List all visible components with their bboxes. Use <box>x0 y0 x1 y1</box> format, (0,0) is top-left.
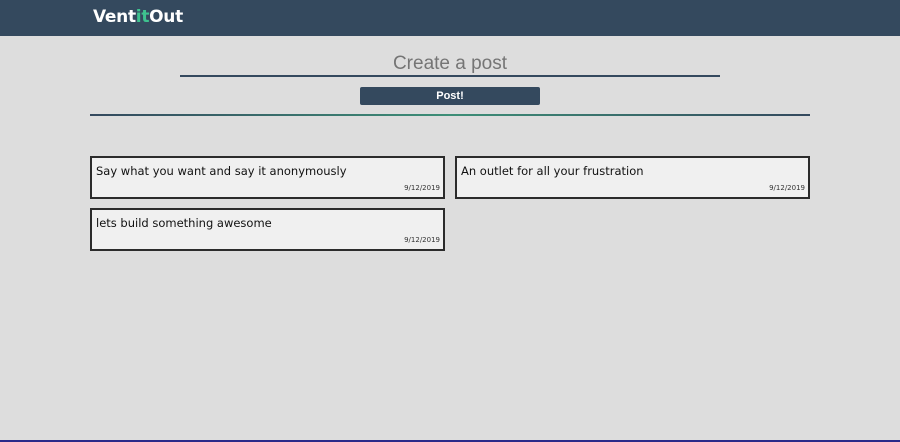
post-card[interactable]: Say what you want and say it anonymously… <box>90 156 445 199</box>
brand-accent: it <box>135 7 150 27</box>
post-card[interactable]: An outlet for all your frustration 9/12/… <box>455 156 810 199</box>
post-date: 9/12/2019 <box>404 184 440 192</box>
top-navbar: VentitOut <box>0 0 900 36</box>
post-date: 9/12/2019 <box>769 184 805 192</box>
post-text: lets build something awesome <box>96 216 272 230</box>
section-divider <box>90 114 810 116</box>
post-date: 9/12/2019 <box>404 236 440 244</box>
post-button[interactable]: Post! <box>360 87 540 105</box>
brand-suffix: Out <box>149 7 183 27</box>
brand-logo-link[interactable]: VentitOut <box>93 7 183 27</box>
post-text: Say what you want and say it anonymously <box>96 164 347 178</box>
create-post-input[interactable] <box>180 53 720 77</box>
brand-prefix: Vent <box>93 7 136 27</box>
post-text: An outlet for all your frustration <box>461 164 644 178</box>
post-card[interactable]: lets build something awesome 9/12/2019 <box>90 208 445 251</box>
